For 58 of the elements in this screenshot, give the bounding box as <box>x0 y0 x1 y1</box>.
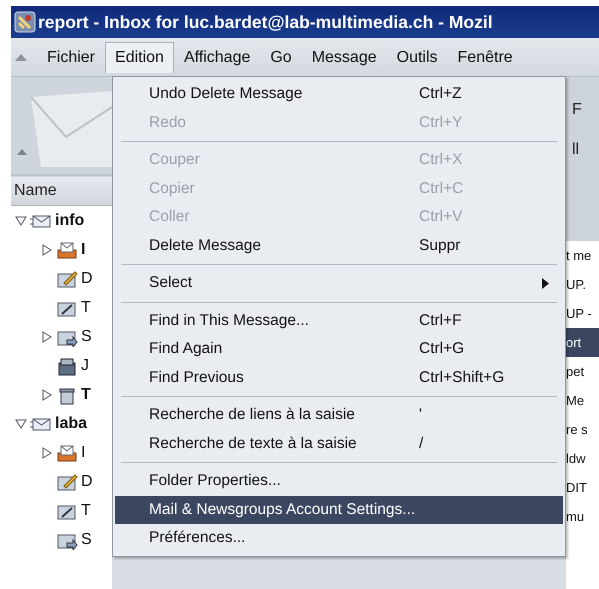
menu-item[interactable]: Recherche de texte à la saisie / <box>115 430 563 458</box>
folder-icon <box>56 442 78 462</box>
tree-toggle-icon[interactable] <box>41 330 53 342</box>
folder-name[interactable]: info <box>55 212 84 230</box>
list-row[interactable]: UP - <box>566 299 599 328</box>
list-row[interactable]: ort <box>566 328 599 357</box>
folder-name[interactable]: T <box>81 386 91 404</box>
menu-title[interactable]: Outils <box>386 42 448 72</box>
folder-name[interactable]: T <box>81 502 91 520</box>
menu-item[interactable]: Find in This Message... Ctrl+F <box>115 306 563 335</box>
list-row[interactable]: DIT <box>566 473 599 502</box>
menu-item[interactable]: Préférences... <box>115 524 563 552</box>
toolbar-button[interactable]: F <box>566 101 599 119</box>
window-title: report - Inbox for luc.bardet@lab-multimedia.ch - Mozil <box>38 12 493 32</box>
menu-item[interactable]: Find Previous Ctrl+Shift+G <box>115 364 563 392</box>
toolbar-grip-icon[interactable] <box>15 53 27 61</box>
folder-name[interactable]: laba <box>55 414 88 432</box>
list-row[interactable]: re s <box>566 415 599 444</box>
menu-item[interactable]: Folder Properties... <box>115 467 563 496</box>
list-row[interactable]: Me <box>566 386 599 415</box>
menu-item[interactable]: Recherche de liens à la saisie ' <box>115 401 563 430</box>
menu-title[interactable]: Edition <box>105 42 174 72</box>
menu-item[interactable]: Mail & Newsgroups Account Settings... <box>115 496 563 524</box>
folder-name[interactable]: S <box>81 530 92 548</box>
folder-icon <box>56 356 78 376</box>
tree-toggle-icon[interactable] <box>15 214 27 226</box>
app-icon <box>14 11 36 33</box>
menu-title[interactable]: Go <box>260 42 302 72</box>
submenu-arrow-icon <box>542 278 549 289</box>
toolbar-button[interactable]: ll <box>566 141 599 159</box>
folder-name[interactable]: T <box>81 298 91 316</box>
folder-name[interactable]: I <box>81 240 86 258</box>
list-row[interactable]: pet <box>566 357 599 386</box>
list-row[interactable]: ldw <box>566 444 599 473</box>
menu-title[interactable]: Fenêtre <box>448 42 523 72</box>
folder-icon <box>56 472 78 492</box>
list-row[interactable]: UP. <box>566 270 599 299</box>
column-header[interactable]: Name <box>11 177 112 206</box>
menu-item[interactable]: Undo Delete Message Ctrl+Z <box>115 80 563 108</box>
menu-item[interactable]: Delete Message Suppr <box>115 232 563 260</box>
list-row[interactable]: t me <box>566 241 599 270</box>
menu-title[interactable]: Fichier <box>37 42 106 72</box>
tree-toggle-icon[interactable] <box>41 446 53 458</box>
tree-toggle-icon[interactable] <box>41 244 53 256</box>
folder-icon <box>56 268 78 288</box>
folder-icon <box>56 240 78 260</box>
tree-toggle-icon[interactable] <box>15 418 27 430</box>
list-row[interactable]: mu <box>566 502 599 531</box>
folder-name[interactable]: J <box>81 356 89 374</box>
tree-toggle-icon[interactable] <box>41 388 53 400</box>
menu-title[interactable]: Message <box>302 42 387 72</box>
folder-name[interactable]: D <box>81 270 93 288</box>
menu-title[interactable]: Affichage <box>174 42 260 72</box>
menu-item[interactable]: Find Again Ctrl+G <box>115 335 563 364</box>
menu-item[interactable]: Select <box>115 269 563 298</box>
folder-name[interactable]: S <box>81 328 92 346</box>
folder-name[interactable]: I <box>81 444 86 462</box>
folder-name[interactable]: D <box>81 472 93 490</box>
